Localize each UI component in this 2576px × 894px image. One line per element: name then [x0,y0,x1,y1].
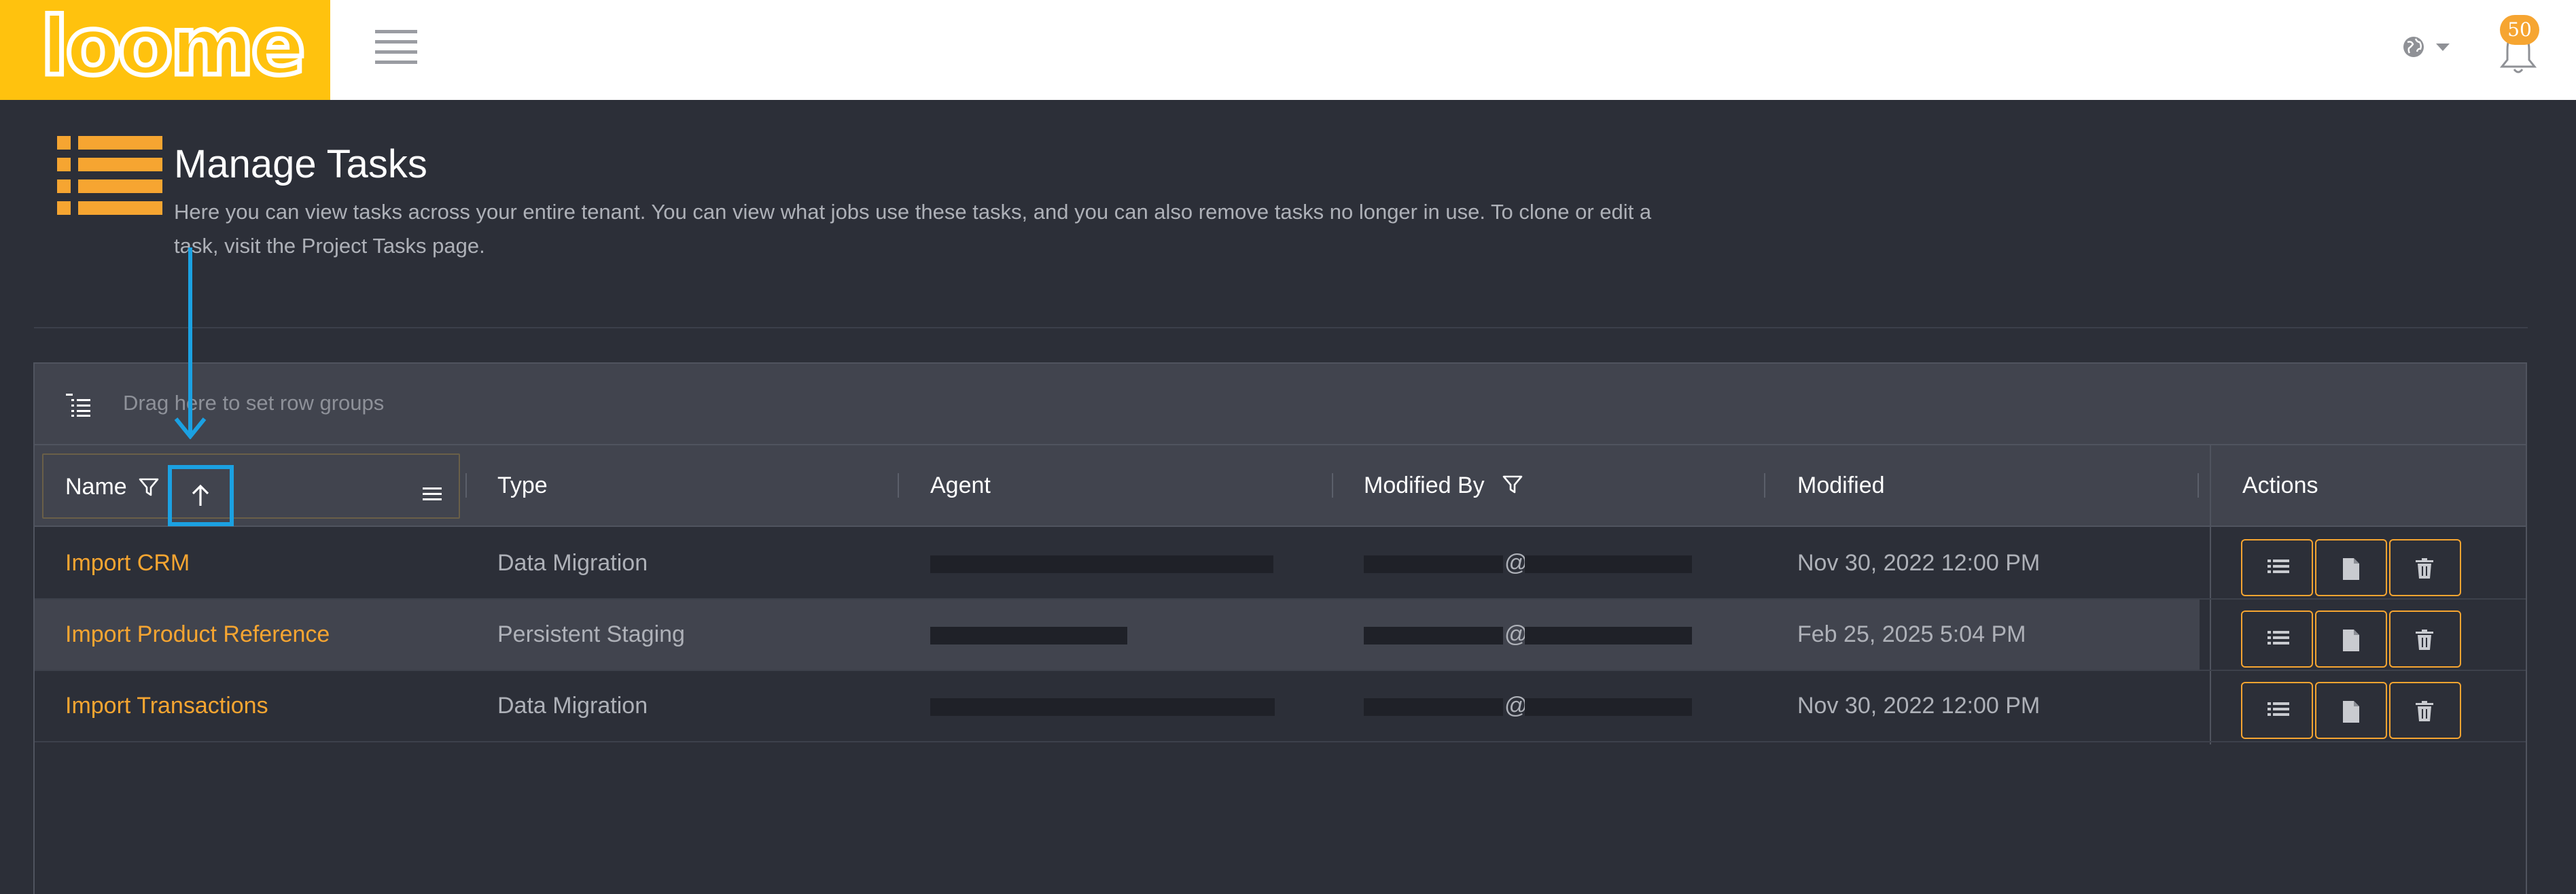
row-group-placeholder: Drag here to set row groups [123,391,385,415]
document-icon [2343,701,2359,723]
modified-date: Nov 30, 2022 12:00 PM [1797,550,2041,576]
view-jobs-button[interactable] [2241,539,2313,596]
view-details-button[interactable] [2315,611,2387,668]
grid-header-row: Name Type Agent Modified By Modified Act… [35,445,2526,527]
task-name-link[interactable]: Import CRM [65,528,190,598]
modified-date: Nov 30, 2022 12:00 PM [1797,693,2041,719]
tasks-list-icon [57,136,162,215]
task-type: Data Migration [497,693,648,719]
row-group-icon [66,394,90,417]
globe-icon [2403,37,2424,57]
tasks-grid: Drag here to set row groups Name Type Ag… [33,362,2527,894]
column-header-modified-by[interactable]: Modified By [1364,445,1485,526]
list-icon [2268,631,2289,644]
trash-icon [2416,558,2433,579]
table-row[interactable]: Import Product Reference Persistent Stag… [35,600,2526,671]
divider [34,327,2528,328]
modified-date: Feb 25, 2025 5:04 PM [1797,621,2026,647]
redacted-agent [930,698,1275,716]
row-group-panel[interactable]: Drag here to set row groups [35,364,2526,445]
redacted-modified-by-domain [1525,627,1692,644]
table-row[interactable]: Import Transactions Data Migration @ Nov… [35,671,2526,742]
column-header-type[interactable]: Type [497,445,548,526]
notifications-button[interactable]: 50 [2495,15,2543,76]
delete-task-button[interactable] [2389,539,2461,596]
column-header-actions: Actions [2242,472,2318,498]
notification-badge: 50 [2500,15,2539,45]
top-navbar: loome 50 [0,0,2576,100]
redacted-modified-by [1364,627,1503,644]
page-description: Here you can view tasks across your enti… [174,200,1652,258]
task-type: Persistent Staging [497,621,685,647]
redacted-modified-by-domain [1525,698,1692,716]
menu-toggle-icon[interactable] [375,30,417,64]
view-details-button[interactable] [2315,682,2387,739]
redacted-modified-by [1364,698,1503,716]
logo-text: loome [39,0,308,93]
logo[interactable]: loome [0,0,330,100]
annotation-arrow-icon [174,247,207,439]
delete-task-button[interactable] [2389,611,2461,668]
list-icon [2268,560,2289,573]
column-header-modified[interactable]: Modified [1797,445,1885,526]
arrow-up-icon [192,484,209,506]
redacted-agent [930,627,1127,644]
column-menu-icon[interactable] [423,486,442,502]
column-separator[interactable] [1332,473,1333,498]
column-separator[interactable] [898,473,899,498]
language-dropdown[interactable] [2402,32,2451,62]
column-separator[interactable] [2198,473,2199,498]
column-separator[interactable] [465,473,467,498]
trash-icon [2416,630,2433,650]
column-separator[interactable] [1764,473,1765,498]
task-name-link[interactable]: Import Product Reference [65,600,330,670]
view-jobs-button[interactable] [2241,611,2313,668]
view-details-button[interactable] [2315,539,2387,596]
task-name-link[interactable]: Import Transactions [65,671,268,741]
filter-icon[interactable] [139,477,159,498]
redacted-modified-by-domain [1525,555,1692,573]
table-row[interactable]: Import CRM Data Migration @ Nov 30, 2022… [35,528,2526,600]
page-title: Manage Tasks [174,142,427,186]
redacted-agent [930,555,1273,573]
document-icon [2343,630,2359,651]
view-jobs-button[interactable] [2241,682,2313,739]
column-header-name-label: Name [65,474,127,500]
column-header-name[interactable]: Name [42,453,460,526]
task-type: Data Migration [497,550,648,576]
delete-task-button[interactable] [2389,682,2461,739]
document-icon [2343,558,2359,580]
redacted-modified-by [1364,555,1503,573]
list-icon [2268,702,2289,716]
caret-down-icon [2436,44,2450,51]
sort-ascending-button[interactable] [168,465,234,526]
column-header-agent[interactable]: Agent [930,445,991,526]
trash-icon [2416,701,2433,721]
filter-icon[interactable] [1502,475,1523,495]
